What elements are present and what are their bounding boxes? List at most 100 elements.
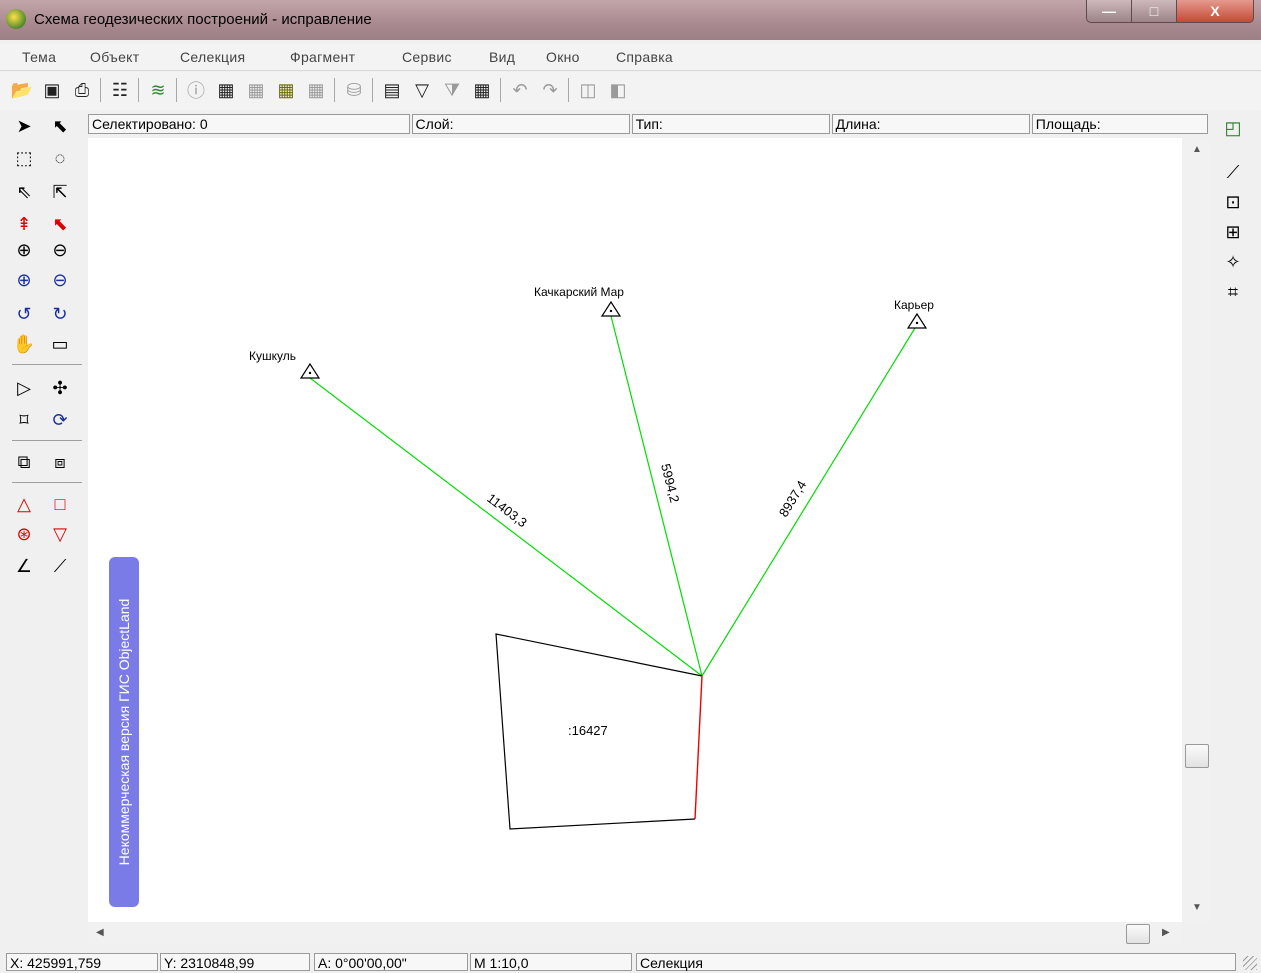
status-angle: A: 0°00'00,00" [314, 953, 468, 971]
station-marker-icon[interactable] [906, 312, 928, 329]
selection-info-bar: Селектировано: 0 Слой: Тип: Длина: Площа… [88, 114, 1210, 134]
filter-icon[interactable]: ▽ [410, 78, 434, 102]
minimize-button[interactable]: — [1086, 0, 1132, 23]
station-label-kushkul: Кушкуль [249, 349, 296, 363]
station-marker-icon[interactable] [600, 300, 622, 317]
layer-manager-icon[interactable]: ◰ [1217, 114, 1249, 142]
pan-hand-icon[interactable]: ✋ [10, 330, 38, 358]
select-rectangle-icon[interactable]: ⬚ [10, 144, 38, 172]
select-add-icon[interactable]: ⇖ [10, 178, 38, 206]
zoom-out-area-icon[interactable]: ⊖ [46, 266, 74, 294]
scale-ruler-icon[interactable]: ▭ [46, 330, 74, 358]
rotate-right-icon[interactable]: ↻ [46, 300, 74, 328]
scroll-left-arrow-icon[interactable]: ◀ [96, 927, 104, 938]
scroll-right-arrow-icon[interactable]: ▶ [1162, 927, 1170, 938]
zoom-in-icon[interactable]: ⊕ [10, 236, 38, 264]
info-icon[interactable]: ⓘ [184, 78, 208, 102]
snap-point-icon[interactable]: ✧ [1217, 248, 1249, 276]
add-triangle-point-icon[interactable]: △ [10, 490, 38, 518]
window-forward-icon[interactable]: ◧ [606, 78, 630, 102]
menu-item-window[interactable]: Окно [546, 49, 580, 65]
polyline-tool-icon[interactable]: ⟋ [1217, 158, 1249, 186]
station-marker-icon[interactable] [299, 362, 321, 379]
window-title: Схема геодезических построений - исправл… [34, 11, 372, 28]
toolbar-separator [500, 78, 501, 102]
grid-icon[interactable]: ▦ [470, 78, 494, 102]
area-measure-icon[interactable]: ⊞ [1217, 218, 1249, 246]
status-x-coordinate: X: 425991,759 [6, 953, 158, 971]
menu-item-view[interactable]: Вид [489, 49, 515, 65]
undo-link-icon[interactable]: ↶ [508, 78, 532, 102]
select-arrow-icon[interactable]: ➤ [10, 112, 38, 140]
ray-karyer[interactable] [701, 327, 916, 677]
add-circle-point-icon[interactable]: ⊛ [10, 520, 38, 548]
menu-bar: Тема Объект Селекция Фрагмент Сервис Вид… [0, 44, 1261, 71]
filter-clear-icon[interactable]: ⧩ [440, 78, 464, 102]
select-subtract-icon[interactable]: ⇱ [46, 178, 74, 206]
open-folder-icon[interactable]: 📂 [10, 78, 34, 102]
scroll-down-arrow-icon[interactable]: ▼ [1192, 902, 1202, 913]
menu-item-selection[interactable]: Селекция [180, 49, 245, 65]
zoom-in-area-icon[interactable]: ⊕ [10, 266, 38, 294]
add-square-point-icon[interactable]: □ [46, 490, 74, 518]
palette-separator [12, 440, 82, 441]
parcel-label: :16427 [568, 723, 608, 738]
map-canvas[interactable]: Кушкуль Качкарский Мар Карьер 11403,3 59… [88, 138, 1182, 922]
table-gray-icon[interactable]: ▦ [304, 78, 328, 102]
resize-grip-icon[interactable] [1243, 956, 1257, 970]
toolbar-separator [138, 78, 139, 102]
redo-link-icon[interactable]: ↷ [538, 78, 562, 102]
form-icon[interactable]: ▤ [380, 78, 404, 102]
menu-item-tema[interactable]: Тема [22, 49, 56, 65]
select-frame-arrow-icon[interactable]: ⬉ [46, 112, 74, 140]
horizontal-scroll-thumb[interactable] [1126, 924, 1150, 944]
vertical-scrollbar[interactable]: ▲ ▼ [1182, 138, 1210, 922]
menu-item-object[interactable]: Объект [90, 49, 139, 65]
close-button[interactable]: X [1176, 0, 1254, 23]
save-disk-icon[interactable]: ▣ [40, 78, 64, 102]
horizontal-scrollbar[interactable]: ◀ ▶ [88, 922, 1182, 944]
polygon-edit-icon[interactable]: ⌑ [10, 406, 38, 434]
menu-item-help[interactable]: Справка [616, 49, 673, 65]
print-icon[interactable]: ⎙ [70, 78, 94, 102]
zoom-out-icon[interactable]: ⊖ [46, 236, 74, 264]
rotate-left-icon[interactable]: ↺ [10, 300, 38, 328]
menu-item-service[interactable]: Сервис [402, 49, 452, 65]
add-inverted-triangle-icon[interactable]: ▽ [46, 520, 74, 548]
layers-icon[interactable]: ≋ [146, 78, 170, 102]
select-circle-icon[interactable]: ◌ [46, 144, 74, 172]
area-s-icon[interactable]: ⊡ [1217, 188, 1249, 216]
toolbar-separator [334, 78, 335, 102]
table-icon[interactable]: ▦ [214, 78, 238, 102]
right-tool-palette: ◰ ⟋ ⊡ ⊞ ✧ ⌗ [1214, 112, 1254, 312]
node-edit-icon[interactable]: ✣ [46, 374, 74, 402]
parcel-highlighted-edge[interactable] [694, 675, 703, 820]
maximize-button[interactable]: □ [1131, 0, 1177, 23]
properties-icon[interactable]: ☷ [108, 78, 132, 102]
type-field: Тип: [631, 114, 830, 134]
toolbar-separator [372, 78, 373, 102]
distance-label-kachkarsky-mar: 5994,2 [658, 462, 682, 504]
select-object-icon[interactable]: ⬉ [46, 210, 74, 238]
add-segment-icon[interactable]: ⟋ [46, 552, 74, 580]
palette-separator [12, 482, 82, 483]
select-layer-icon[interactable]: ⇞ [10, 210, 38, 238]
rotate-object-icon[interactable]: ⟳ [46, 406, 74, 434]
ray-kushkul[interactable] [309, 377, 703, 677]
grid-frame-icon[interactable]: ⌗ [1217, 278, 1249, 306]
scroll-up-arrow-icon[interactable]: ▲ [1192, 144, 1202, 155]
vertical-scroll-thumb[interactable] [1185, 744, 1209, 768]
menu-item-fragment[interactable]: Фрагмент [290, 49, 355, 65]
database-icon[interactable]: ⛁ [342, 78, 366, 102]
status-bar: X: 425991,759 Y: 2310848,99 A: 0°00'00,0… [0, 950, 1261, 973]
table-link-icon[interactable]: ▦ [244, 78, 268, 102]
table-yellow-icon[interactable]: ▦ [274, 78, 298, 102]
window-back-icon[interactable]: ◫ [576, 78, 600, 102]
copy-object-icon[interactable]: ⧉ [10, 448, 38, 476]
paste-object-icon[interactable]: ⧈ [46, 448, 74, 476]
ray-kachkarsky-mar[interactable] [610, 315, 703, 677]
status-y-coordinate: Y: 2310848,99 [160, 953, 310, 971]
add-angle-icon[interactable]: ∠ [10, 552, 38, 580]
pointer-outline-icon[interactable]: ▷ [10, 374, 38, 402]
length-field: Длина: [831, 114, 1030, 134]
